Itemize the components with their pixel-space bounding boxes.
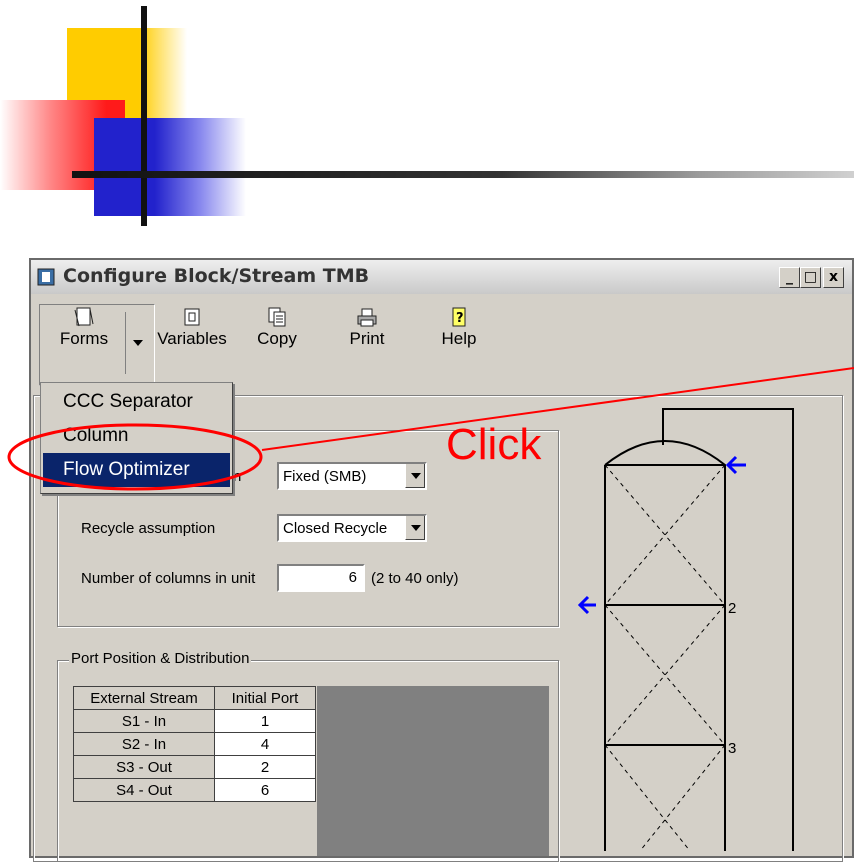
copy-button[interactable]: Copy <box>249 306 305 349</box>
forms-label: Forms <box>59 329 109 348</box>
recycle-select-arrow[interactable] <box>405 516 425 540</box>
print-label: Print <box>349 329 385 348</box>
column-vessel <box>604 408 794 851</box>
decor-horizontal-line <box>72 171 854 178</box>
decor-blue-square <box>94 118 246 216</box>
table-cell-port[interactable]: 4 <box>214 732 316 756</box>
variables-icon <box>184 308 200 326</box>
menu-item-column[interactable]: Column <box>43 419 230 453</box>
table-empty-area <box>317 686 549 856</box>
close-button[interactable]: x <box>823 267 844 288</box>
outlet-arrow-icon <box>577 595 596 615</box>
port-table: External Stream Initial Port S1 - In 1 S… <box>73 686 316 802</box>
mode-label-partial: n <box>233 468 242 485</box>
help-label: Help <box>441 329 477 348</box>
table-cell-stream: S4 - Out <box>73 778 215 802</box>
copy-label: Copy <box>257 329 297 348</box>
decor-vertical-line <box>141 6 147 226</box>
forms-dropdown-menu: CCC Separator Column Flow Optimizer <box>40 382 233 494</box>
column-diagram: 2 3 <box>577 408 794 851</box>
table-cell-stream: S3 - Out <box>73 755 215 779</box>
click-annotation: Click <box>446 420 542 469</box>
port-label-2: 2 <box>728 600 736 617</box>
table-cell-port[interactable]: 1 <box>214 709 316 733</box>
printer-icon <box>357 308 377 327</box>
table-row[interactable]: S1 - In 1 <box>73 709 316 733</box>
menu-item-ccc-separator[interactable]: CCC Separator <box>43 385 230 419</box>
recycle-label: Recycle assumption <box>81 520 216 537</box>
menu-item-flow-optimizer[interactable]: Flow Optimizer <box>43 453 230 487</box>
table-header-stream: External Stream <box>73 686 215 710</box>
columns-label: Number of columns in unit <box>81 570 256 587</box>
table-header-row: External Stream Initial Port <box>73 686 316 710</box>
table-header-port: Initial Port <box>214 686 316 710</box>
mode-select-value: Fixed (SMB) <box>283 468 367 485</box>
maximize-button[interactable]: □ <box>800 267 821 288</box>
table-cell-stream: S2 - In <box>73 732 215 756</box>
mode-select-arrow[interactable] <box>405 464 425 488</box>
svg-text:?: ? <box>456 311 464 326</box>
window-title: Configure Block/Stream TMB <box>63 265 370 287</box>
window-icon <box>37 268 55 286</box>
table-cell-port[interactable]: 6 <box>214 778 316 802</box>
recycle-select-value: Closed Recycle <box>283 520 388 537</box>
mode-select[interactable]: Fixed (SMB) <box>277 462 427 490</box>
port-group-legend: Port Position & Distribution <box>69 650 252 667</box>
variables-button[interactable]: Variables <box>149 306 235 349</box>
forms-button[interactable]: Forms <box>45 306 123 349</box>
print-button[interactable]: Print <box>339 306 395 349</box>
title-bar[interactable]: Configure Block/Stream TMB _ □ x <box>31 260 852 294</box>
table-cell-stream: S1 - In <box>73 709 215 733</box>
table-cell-port[interactable]: 2 <box>214 755 316 779</box>
columns-hint: (2 to 40 only) <box>371 570 459 587</box>
variables-label: Variables <box>157 329 227 348</box>
help-icon: ? <box>452 307 466 327</box>
forms-dropdown-arrow[interactable] <box>125 312 150 374</box>
table-row[interactable]: S3 - Out 2 <box>73 755 316 779</box>
forms-icon <box>74 307 94 327</box>
table-row[interactable]: S2 - In 4 <box>73 732 316 756</box>
recycle-select[interactable]: Closed Recycle <box>277 514 427 542</box>
table-row[interactable]: S4 - Out 6 <box>73 778 316 802</box>
columns-input[interactable]: 6 <box>277 564 365 592</box>
help-button[interactable]: ? Help <box>431 306 487 349</box>
inlet-arrow-icon <box>725 455 746 475</box>
copy-icon <box>268 307 286 327</box>
minimize-button[interactable]: _ <box>779 267 800 288</box>
port-label-3: 3 <box>728 740 736 757</box>
